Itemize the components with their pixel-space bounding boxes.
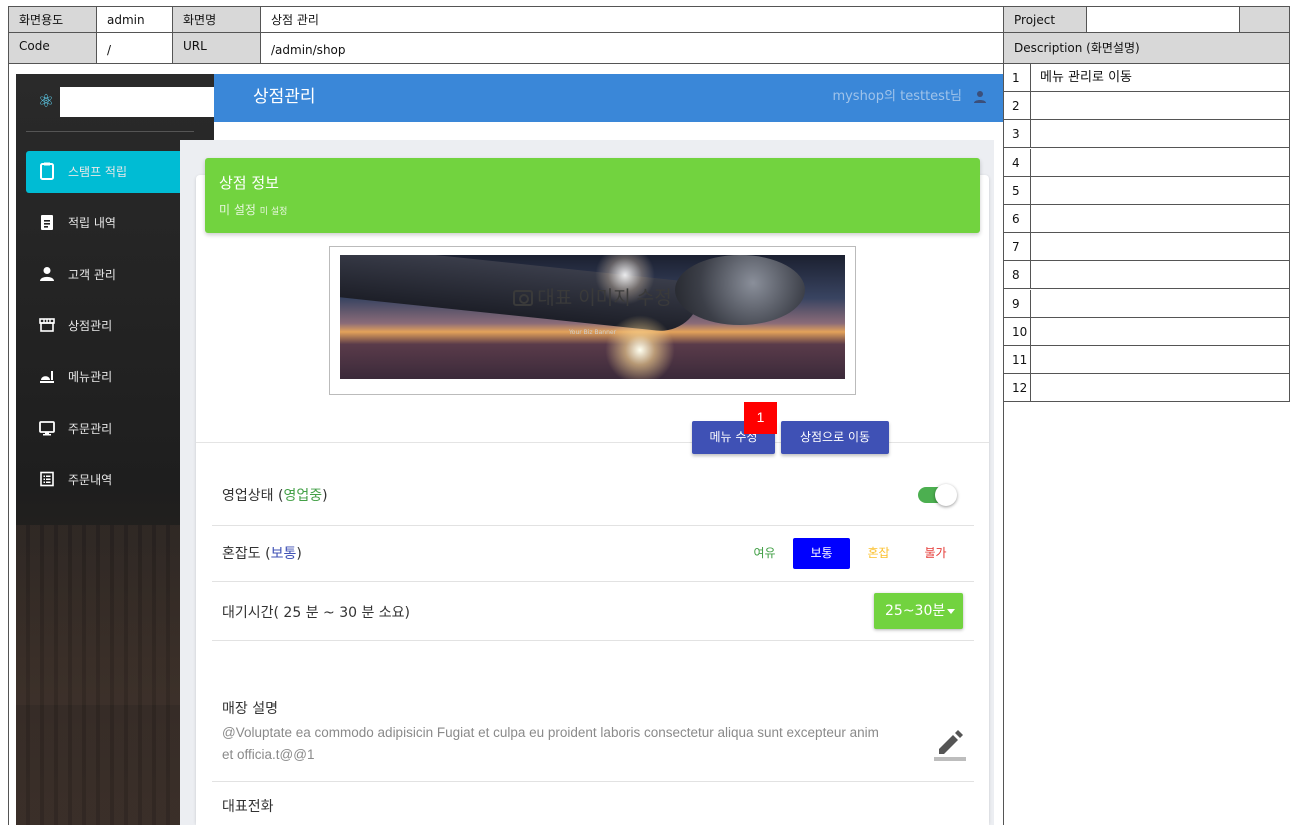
phone-label: 대표전화 [222, 799, 274, 815]
store-icon [38, 316, 56, 334]
screen-usage-label: 화면용도 [8, 6, 97, 33]
frame-border-left [8, 64, 9, 825]
description-row-number: 6 [1003, 205, 1031, 233]
description-row: 9 [1003, 289, 1290, 318]
sidebar-item-label: 고객 관리 [68, 267, 116, 282]
description-row-number: 3 [1003, 120, 1031, 149]
screen-usage-value: admin [96, 6, 173, 33]
monitor-icon [38, 419, 56, 437]
code-value: / [96, 32, 173, 64]
edit-banner-caption[interactable]: 대표 이미지 수정 [340, 283, 845, 310]
sidebar-item-label: 메뉴관리 [68, 370, 113, 385]
business-status-value: 영업중 [283, 488, 323, 504]
project-filler [1239, 6, 1290, 33]
sidebar-item-6[interactable]: 주문관리 [26, 408, 196, 450]
description-row: 3 [1003, 120, 1290, 149]
congestion-option-1[interactable]: 여유 [736, 538, 793, 569]
description-row-number: 7 [1003, 233, 1031, 262]
assignment-icon [38, 213, 56, 231]
sidebar-item-label: 적립 내역 [68, 216, 116, 231]
list-icon [38, 470, 56, 488]
description-row: 10 [1003, 317, 1290, 346]
sidebar-item-label: 주문내역 [68, 472, 113, 487]
sidebar-divider [26, 131, 194, 132]
row-divider [212, 640, 974, 641]
description-row: 1 메뉴 관리로 이동 [1003, 64, 1290, 92]
spec-header: 화면용도 admin 화면명 상점 관리 Project Code / URL … [8, 6, 1290, 64]
description-row: 7 [1003, 233, 1290, 262]
description-row-number: 10 [1003, 317, 1031, 346]
code-label: Code [8, 32, 97, 64]
pencil-edit-icon[interactable] [934, 727, 966, 761]
sidebar-item-label: 주문관리 [68, 421, 113, 436]
description-row-number: 9 [1003, 289, 1031, 318]
congestion-value: 보통 [270, 546, 297, 562]
react-logo-icon: ⚛ [37, 91, 55, 112]
description-row: 6 [1003, 205, 1290, 233]
description-row-number: 4 [1003, 148, 1031, 177]
project-label: Project [1003, 6, 1087, 33]
project-value [1086, 6, 1240, 33]
row-divider [212, 581, 974, 582]
description-row-number: 8 [1003, 261, 1031, 290]
description-row-number: 11 [1003, 346, 1031, 374]
sidebar-item-1[interactable]: 스탬프 적립 [26, 151, 196, 193]
description-row-number: 5 [1003, 176, 1031, 205]
food-icon [38, 367, 56, 385]
go-to-shop-button[interactable]: 상점으로 이동 [781, 421, 889, 454]
row-divider [212, 525, 974, 526]
url-value: /admin/shop [260, 32, 1004, 64]
toggle-knob [935, 484, 957, 506]
screen-name-label: 화면명 [172, 6, 261, 33]
sidebar-item-label: 상점관리 [68, 318, 113, 333]
store-description-text: @Voluptate ea commodo adipisicin Fugiat … [222, 725, 879, 762]
congestion-option-3[interactable]: 혼잡 [850, 538, 907, 569]
shop-info-subtitle: 미 설정 미 설정 [219, 203, 288, 217]
sidebar-item-3[interactable]: 고객 관리 [26, 254, 196, 296]
camera-icon [513, 290, 534, 306]
business-status-toggle[interactable] [918, 484, 957, 506]
person-icon [38, 265, 56, 283]
shop-info-title: 상점 정보 [219, 174, 279, 192]
congestion-label: 혼잡도 (보통) [222, 546, 302, 562]
banner-sun [605, 315, 675, 379]
logo-placeholder [60, 87, 214, 117]
description-row: 2 [1003, 92, 1290, 121]
row-divider [212, 781, 974, 782]
congestion-option-2[interactable]: 보통 [793, 538, 850, 569]
clipboard-icon [38, 162, 56, 180]
page-title: 상점관리 [253, 87, 316, 107]
shop-info-header: 상점 정보 미 설정 미 설정 [205, 158, 980, 233]
user-greeting[interactable]: myshop의 testtest님 [832, 74, 962, 120]
banner-tiny-text: Your Biz Banner [568, 329, 617, 336]
store-description-label: 매장 설명 [222, 701, 278, 717]
description-row-number: 12 [1003, 374, 1031, 403]
person-icon[interactable] [973, 90, 987, 104]
screen-name-value: 상점 관리 [260, 6, 1004, 33]
description-row: 5 [1003, 176, 1290, 205]
sidebar-item-7[interactable]: 주문내역 [26, 459, 196, 501]
annotation-badge-1: 1 [744, 402, 777, 434]
description-header: Description (화면설명) [1003, 32, 1290, 64]
description-row: 8 [1003, 261, 1290, 290]
description-row: 11 [1003, 346, 1290, 374]
description-row-number: 2 [1003, 92, 1031, 121]
wait-time-select[interactable]: 25~30분 [874, 593, 963, 629]
sidebar-item-5[interactable]: 메뉴관리 [26, 356, 196, 398]
congestion-option-4[interactable]: 불가 [907, 538, 964, 569]
sidebar-item-4[interactable]: 상점관리 [26, 305, 196, 347]
sidebar-item-label: 스탬프 적립 [68, 165, 128, 179]
sidebar-item-2[interactable]: 적립 내역 [26, 202, 196, 244]
top-app-bar: 상점관리 myshop의 testtest님 [214, 74, 1003, 122]
description-row: 12 [1003, 374, 1290, 403]
banner-image[interactable]: 대표 이미지 수정 Your Biz Banner [340, 255, 845, 379]
description-row-number: 1 [1003, 64, 1031, 92]
wait-time-label: 대기시간( 25 분 ~ 30 분 소요) [222, 605, 411, 621]
caret-down-icon [947, 609, 955, 614]
business-status-label: 영업상태 (영업중) [222, 488, 328, 504]
url-label: URL [172, 32, 261, 64]
description-row: 4 [1003, 148, 1290, 177]
description-row-text: 메뉴 관리로 이동 [1040, 70, 1132, 85]
